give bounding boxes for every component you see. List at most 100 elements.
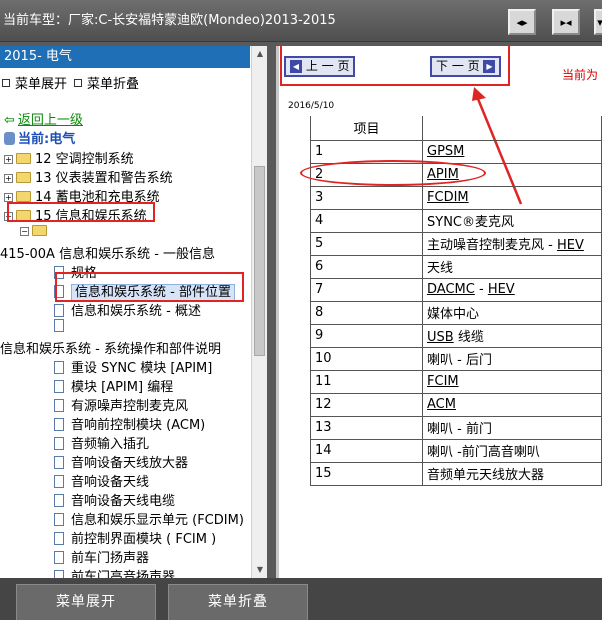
row-number: 3 (309, 185, 424, 210)
row-number: 5 (309, 231, 424, 256)
document-icon (54, 570, 64, 578)
bottom-toolbar: 菜单展开 菜单折叠 (0, 578, 602, 620)
tree-doc[interactable]: 前车门高音扬声器 (54, 566, 175, 578)
scroll-down-icon[interactable]: ▼ (252, 562, 267, 578)
expand-plus-icon[interactable]: + (4, 193, 13, 202)
group-title-operation: 信息和娱乐系统 - 系统操作和部件说明 (0, 342, 221, 357)
tree-doc[interactable]: 音响设备天线放大器 (54, 452, 188, 471)
row-number: 9 (309, 323, 424, 348)
tree-doc[interactable]: 模块 [APIM] 编程 (54, 376, 173, 395)
content-pane: ◀ 上 一 页 下 一 页 ▶ 当前为 2016/5/10 项目 1 GPSM 2 A… (276, 46, 602, 578)
document-icon (54, 551, 64, 564)
menu-collapse-button[interactable]: 菜单折叠 (168, 584, 308, 620)
component-name[interactable]: 喇叭 - 后门 (422, 346, 602, 371)
next-page-button[interactable]: 下 一 页 ▶ (430, 56, 502, 77)
dropdown-icon[interactable]: ▾ (594, 9, 602, 35)
title-bar: 当前车型：厂家:C-长安福特蒙迪欧(Mondeo)2013-2015 ◂▸ ▸◂… (0, 0, 602, 42)
folder-icon (16, 153, 31, 164)
component-name[interactable]: 媒体中心 (422, 300, 602, 325)
component-name[interactable]: USB 线缆 (422, 323, 602, 348)
tree-folder-12[interactable]: +12 空调控制系统 (4, 148, 134, 167)
folder-icon (16, 172, 31, 183)
tree-doc[interactable]: 有源噪声控制麦克风 (54, 395, 188, 414)
row-number: 14 (309, 438, 424, 463)
document-icon (54, 494, 64, 507)
row-number: 15 (309, 461, 424, 486)
expand-plus-icon[interactable]: + (4, 174, 13, 183)
component-name[interactable]: FCIM (422, 369, 602, 394)
square-bullet-icon (2, 79, 10, 87)
section-header: 2015- 电气 (0, 46, 250, 68)
page-info: 当前为 (562, 66, 599, 83)
tree-doc-overview[interactable]: 信息和娱乐系统 - 概述 (54, 300, 201, 319)
table-row: 10 喇叭 - 后门 (309, 346, 602, 371)
tree-doc[interactable]: 前控制界面模块 ( FCIM ) (54, 528, 216, 547)
highlight-ellipse (300, 160, 486, 186)
expand-plus-icon[interactable]: + (4, 155, 13, 164)
left-scrollbar[interactable]: ▲ ▼ (251, 46, 267, 578)
expand-left-icon[interactable]: ◂▸ (508, 9, 536, 35)
component-name[interactable]: FCDIM (422, 185, 602, 210)
menu-expand-button[interactable]: 菜单展开 (16, 584, 156, 620)
document-icon (54, 418, 64, 431)
component-name[interactable]: 喇叭 -前门高音喇叭 (422, 438, 602, 463)
back-arrow-icon: ⇦ (4, 113, 15, 128)
tree-doc[interactable]: 音响设备天线 (54, 471, 149, 490)
component-name[interactable]: 音频单元天线放大器 (422, 461, 602, 486)
component-name[interactable]: ACM (422, 392, 602, 417)
table-row: 13 喇叭 - 前门 (309, 415, 602, 440)
tree-doc-empty[interactable] (54, 319, 71, 334)
document-icon (54, 513, 64, 526)
document-icon (54, 532, 64, 545)
tree-doc[interactable]: 音响设备天线电缆 (54, 490, 175, 509)
document-icon (54, 319, 64, 332)
tree-subfolder[interactable]: − (20, 224, 51, 239)
scroll-up-icon[interactable]: ▲ (252, 46, 267, 62)
tree-doc[interactable]: 信息和娱乐显示单元 (FCDIM) (54, 509, 244, 528)
scroll-thumb[interactable] (254, 166, 265, 356)
collapse-minus-icon[interactable]: − (20, 227, 29, 236)
document-icon (54, 456, 64, 469)
column-header-item: 项目 (309, 116, 424, 141)
table-row: 4 SYNC®麦克风 (309, 208, 602, 233)
column-header-blank (422, 116, 602, 141)
table-row: 5 主动噪音控制麦克风 - HEV (309, 231, 602, 256)
folder-icon (32, 225, 47, 236)
row-number: 11 (309, 369, 424, 394)
table-row: 7 DACMC - HEV (309, 277, 602, 302)
row-number: 7 (309, 277, 424, 302)
highlight-box (55, 272, 244, 302)
arrow-left-icon: ◀ (290, 60, 302, 73)
component-name[interactable]: 喇叭 - 前门 (422, 415, 602, 440)
document-date: 2016/5/10 (288, 101, 335, 111)
table-row: 15 音频单元天线放大器 (309, 461, 602, 486)
component-name[interactable]: 天线 (422, 254, 602, 279)
document-icon (54, 437, 64, 450)
tree-doc[interactable]: 前车门扬声器 (54, 547, 149, 566)
prev-page-button[interactable]: ◀ 上 一 页 (284, 56, 356, 77)
tree-doc[interactable]: 重设 SYNC 模块 [APIM] (54, 357, 212, 376)
group-title-general: 415-00A 信息和娱乐系统 - 一般信息 (0, 247, 216, 262)
component-name[interactable]: GPSM (422, 139, 602, 164)
table-row: 6 天线 (309, 254, 602, 279)
component-name[interactable]: DACMC - HEV (422, 277, 602, 302)
document-icon (54, 304, 64, 317)
collapse-panes-icon[interactable]: ▸◂ (552, 9, 580, 35)
tree-doc[interactable]: 音响前控制模块 (ACM) (54, 414, 205, 433)
document-icon (54, 380, 64, 393)
table-row: 3 FCDIM (309, 185, 602, 210)
table-header-row: 项目 (309, 116, 602, 141)
content-scrollbar[interactable] (276, 46, 279, 578)
menu-collapse-link[interactable]: 菜单折叠 (74, 73, 139, 92)
back-link[interactable]: ⇦ 返回上一级 (4, 109, 83, 128)
menu-expand-link[interactable]: 菜单展开 (2, 73, 67, 92)
menu-tree-pane: 2015- 电气 菜单展开 菜单折叠 ⇦ 返回上一级 当前:电气 +12 空调控制… (0, 46, 267, 578)
tree-folder-13[interactable]: +13 仪表装置和警告系统 (4, 167, 173, 186)
table-row: 9 USB 线缆 (309, 323, 602, 348)
component-name[interactable]: 主动噪音控制麦克风 - HEV (422, 231, 602, 256)
tree-doc[interactable]: 音频输入插孔 (54, 433, 149, 452)
document-icon (54, 361, 64, 374)
component-name[interactable]: SYNC®麦克风 (422, 208, 602, 233)
row-number: 4 (309, 208, 424, 233)
current-node: 当前:电气 (4, 128, 75, 147)
